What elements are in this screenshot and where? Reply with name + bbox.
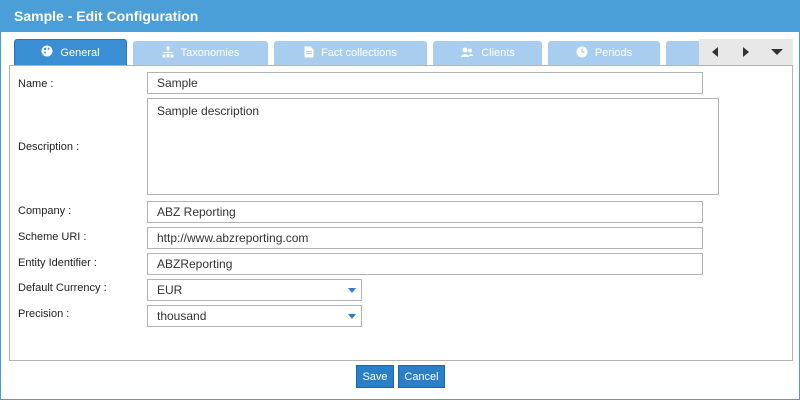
default-currency-select[interactable]: EUR <box>147 279 362 301</box>
chevron-down-icon <box>770 49 783 55</box>
tab-navigation <box>699 39 793 65</box>
dropdown-arrow-icon <box>348 314 356 319</box>
tab-periods[interactable]: Periods <box>548 41 660 65</box>
precision-select[interactable]: thousand <box>147 305 362 327</box>
dropdown-arrow-icon <box>348 288 356 293</box>
tab-general-label: General <box>60 46 100 59</box>
description-field[interactable]: Sample description <box>147 98 719 195</box>
palette-icon <box>41 45 53 60</box>
entity-identifier-field[interactable]: ABZReporting <box>147 253 703 275</box>
hierarchy-icon <box>162 46 174 61</box>
clock-icon <box>576 46 588 61</box>
default-currency-value: EUR <box>157 283 183 297</box>
users-icon <box>460 46 474 61</box>
tab-periods-label: Periods <box>594 47 633 59</box>
tab-strip: General Taxonomies Fact collections Clie… <box>9 39 793 65</box>
name-field[interactable]: Sample <box>147 72 703 94</box>
arrow-left-icon <box>711 47 718 57</box>
arrow-right-icon <box>742 47 749 57</box>
scheme-uri-label: Scheme URI : <box>18 231 87 243</box>
tab-clients-label: Clients <box>481 47 515 59</box>
dialog-title-bar[interactable]: Sample - Edit Configuration <box>1 1 799 32</box>
cancel-button[interactable]: Cancel <box>398 365 445 388</box>
default-currency-label: Default Currency : <box>18 282 107 294</box>
tab-general[interactable]: General <box>14 39 127 65</box>
tab-taxonomies-label: Taxonomies <box>180 47 240 59</box>
precision-label: Precision : <box>18 308 70 320</box>
tab-scroll-right-button[interactable] <box>730 39 761 65</box>
description-label: Description : <box>18 141 80 153</box>
edit-configuration-dialog: Sample - Edit Configuration General Taxo… <box>0 0 800 400</box>
tab-taxonomies[interactable]: Taxonomies <box>133 41 268 65</box>
document-icon <box>304 46 314 61</box>
company-field[interactable]: ABZ Reporting <box>147 201 703 223</box>
precision-value: thousand <box>157 309 207 323</box>
tab-fact-collections-label: Fact collections <box>321 47 397 59</box>
dialog-title: Sample - Edit Configuration <box>14 8 199 24</box>
tab-fact-collections[interactable]: Fact collections <box>274 41 427 65</box>
save-button[interactable]: Save <box>356 365 394 388</box>
name-label: Name : <box>18 78 54 90</box>
company-label: Company : <box>18 205 72 217</box>
tab-scroll-left-button[interactable] <box>699 39 730 65</box>
scheme-uri-field[interactable]: http://www.abzreporting.com <box>147 227 703 249</box>
tab-clients[interactable]: Clients <box>433 41 542 65</box>
dialog-footer: Save Cancel <box>1 361 799 399</box>
general-tab-panel: Name : Sample Description : Sample descr… <box>9 65 793 361</box>
entity-identifier-label: Entity Identifier : <box>18 257 97 269</box>
tab-list-dropdown-button[interactable] <box>761 39 792 65</box>
